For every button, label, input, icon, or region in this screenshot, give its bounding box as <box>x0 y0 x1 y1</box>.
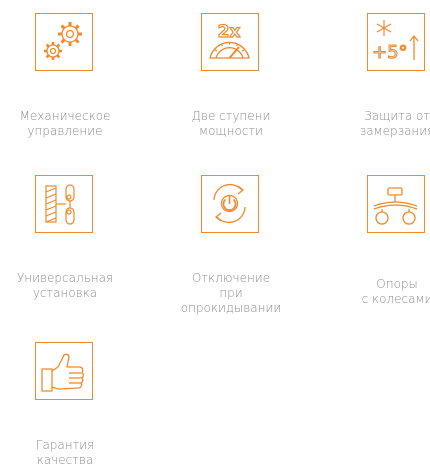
power-refresh-icon <box>213 183 246 224</box>
feature-label-wheeled-supports: Опоры с колесами <box>327 277 430 307</box>
feature-icon-box-mechanical-control <box>35 13 93 71</box>
feature-label-line: опрокидывании <box>180 301 282 315</box>
feature-label-quality-guarantee: Гарантия качества <box>0 438 135 468</box>
feature-label-line: Опоры <box>376 277 418 291</box>
feature-label-line: установка <box>32 286 98 300</box>
feature-icon-box-wheeled-supports <box>367 175 425 233</box>
feature-label-line: с колесами <box>361 292 430 306</box>
feature-label-universal-installation: Универсальная установка <box>0 271 135 301</box>
feature-label-line: Отключение <box>191 271 271 285</box>
thumbs-up-icon <box>41 353 85 392</box>
feature-label-line: Механическое <box>19 109 111 123</box>
feature-icon-box-two-power-stages: 2x <box>201 13 259 71</box>
wall-mount-icon <box>45 184 75 225</box>
feature-label-line: Универсальная <box>16 271 114 285</box>
wheels-support-icon <box>373 187 418 225</box>
feature-label-frost-protection: Защита от замерзания <box>327 109 430 139</box>
power-gauge-icon: 2x <box>209 21 250 59</box>
feature-icon-box-universal-installation <box>35 175 93 233</box>
feature-label-line: при <box>219 286 243 300</box>
feature-label-two-power-stages: Две ступени мощности <box>161 109 301 139</box>
feature-label-line: замерзания <box>359 124 430 138</box>
feature-label-line: управление <box>27 124 103 138</box>
feature-icon-box-quality-guarantee <box>35 342 93 400</box>
snowflake-icon <box>376 20 392 36</box>
feature-label-mechanical-control: Механическое управление <box>0 109 135 139</box>
feature-label-line: мощности <box>199 124 263 138</box>
feature-label-line: Гарантия <box>35 438 95 452</box>
feature-icon-box-tip-over-shutoff <box>201 175 259 233</box>
frost-protection-icon: +5° <box>371 20 419 64</box>
feature-icon-box-frost-protection: +5° <box>367 13 425 71</box>
feature-label-line: качества <box>36 453 94 467</box>
frost-temperature-text: +5° <box>372 42 408 63</box>
feature-label-tip-over-shutoff: Отключение при опрокидывании <box>161 271 301 316</box>
feature-label-line: Защита от <box>364 109 430 123</box>
gears-icon <box>44 22 82 60</box>
gauge-text: 2x <box>218 22 241 42</box>
arrow-up-icon <box>409 34 419 60</box>
feature-label-line: Две ступени <box>191 109 271 123</box>
